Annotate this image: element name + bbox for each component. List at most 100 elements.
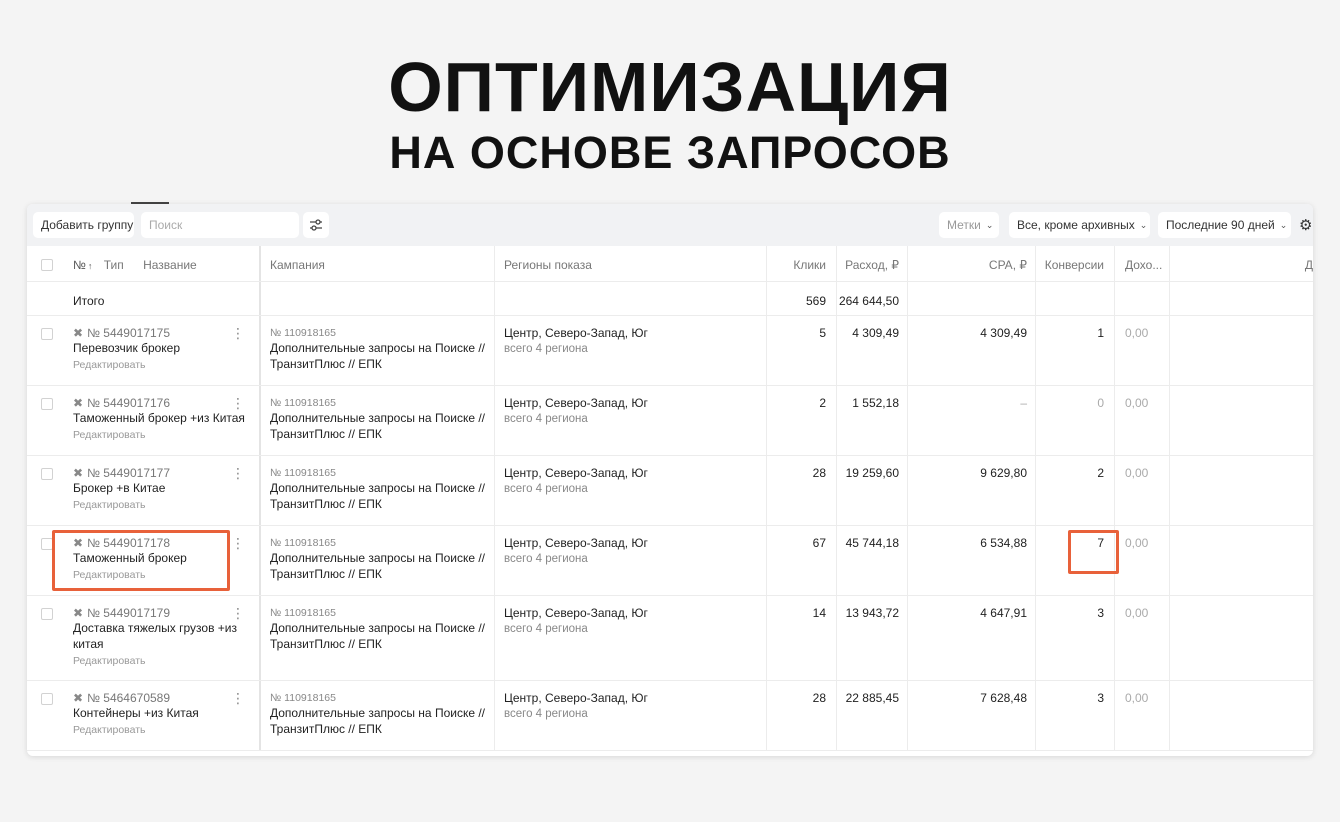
group-id: № 5449017177	[87, 466, 171, 480]
row-checkbox[interactable]	[41, 608, 53, 620]
more-actions-icon[interactable]: ⋮	[231, 326, 245, 340]
regions-list: Центр, Северо-Запад, Юг	[504, 466, 648, 480]
group-cell: ✖ № 5449017176 Таможенный брокер +из Китая…	[63, 386, 261, 455]
edit-link[interactable]: Редактировать	[73, 721, 259, 739]
col-conversions[interactable]: Конверсии	[1036, 246, 1115, 281]
group-name[interactable]: Контейнеры +из Китая	[73, 705, 259, 721]
row-checkbox[interactable]	[41, 693, 53, 705]
col-type[interactable]: Тип	[104, 258, 124, 272]
toolbar: Добавить группу Поиск Метки ⌄ Все, кроме…	[27, 204, 1313, 246]
campaign-id: № 110918165	[270, 327, 336, 339]
campaign-cell: № 110918165 Дополнительные запросы на Пои…	[261, 386, 495, 455]
spend-value: 22 885,45	[837, 681, 908, 750]
clicks-value: 2	[767, 386, 837, 455]
cpa-value: 4 647,91	[908, 596, 1036, 680]
regions-list: Центр, Северо-Запад, Юг	[504, 536, 648, 550]
status-filter-label: Все, кроме архивных	[1017, 218, 1135, 232]
regions-count[interactable]: всего 4 региона	[504, 410, 766, 428]
status-filter-dropdown[interactable]: Все, кроме архивных ⌄	[1009, 212, 1150, 238]
total-label: Итого	[63, 282, 261, 315]
cpa-value: –	[908, 386, 1036, 455]
table-row[interactable]: ✖ № 5449017175 Перевозчик брокер Редактиров…	[27, 316, 1313, 386]
edit-link[interactable]: Редактировать	[73, 496, 259, 514]
page-title: ОПТИМИЗАЦИЯ	[388, 48, 952, 126]
group-cell: ✖ № 5449017179 Доставка тяжелых грузов +из…	[63, 596, 261, 680]
regions-count[interactable]: всего 4 региона	[504, 620, 766, 638]
table-row[interactable]: ✖ № 5449017177 Брокер +в Китае Редактироват…	[27, 456, 1313, 526]
col-clicks[interactable]: Клики	[767, 246, 837, 281]
group-name[interactable]: Таможенный брокер +из Китая	[73, 410, 259, 426]
col-cpa[interactable]: CPA, ₽	[908, 246, 1036, 281]
clicks-value: 67	[767, 526, 837, 595]
table-row[interactable]: ✖ № 5449017176 Таможенный брокер +из Китая…	[27, 386, 1313, 456]
table-row[interactable]: ✖ № 5464670589 Контейнеры +из Китая Редакти…	[27, 681, 1313, 751]
conversions-value: 2	[1036, 456, 1115, 525]
campaign-name[interactable]: Дополнительные запросы на Поиске // Тран…	[270, 550, 494, 582]
income-value: 0,00	[1115, 681, 1170, 750]
group-id: № 5464670589	[87, 691, 171, 705]
highlight-box-conversions	[1068, 530, 1119, 574]
regions-list: Центр, Северо-Запад, Юг	[504, 606, 648, 620]
campaign-name[interactable]: Дополнительные запросы на Поиске // Тран…	[270, 340, 494, 372]
row-checkbox[interactable]	[41, 328, 53, 340]
tags-label: Метки	[947, 218, 981, 232]
campaign-name[interactable]: Дополнительные запросы на Поиске // Тран…	[270, 480, 494, 512]
regions-count[interactable]: всего 4 региона	[504, 705, 766, 723]
row-checkbox[interactable]	[41, 468, 53, 480]
settings-button[interactable]: ⚙	[1297, 212, 1313, 238]
regions-count[interactable]: всего 4 региона	[504, 340, 766, 358]
regions-cell: Центр, Северо-Запад, Юг всего 4 региона	[495, 386, 767, 455]
col-title[interactable]: Название	[143, 258, 197, 272]
row-checkbox[interactable]	[41, 398, 53, 410]
more-actions-icon[interactable]: ⋮	[231, 396, 245, 410]
col-spend[interactable]: Расход, ₽	[837, 246, 908, 281]
col-income[interactable]: Дохо...	[1115, 246, 1170, 281]
campaign-id: № 110918165	[270, 537, 336, 549]
more-actions-icon[interactable]: ⋮	[231, 466, 245, 480]
highlight-box-group	[52, 530, 230, 591]
campaign-cell: № 110918165 Дополнительные запросы на Пои…	[261, 526, 495, 595]
edit-link[interactable]: Редактировать	[73, 652, 259, 670]
col-extra[interactable]: Д	[1170, 246, 1313, 281]
edit-link[interactable]: Редактировать	[73, 356, 259, 374]
period-dropdown[interactable]: Последние 90 дней ⌄	[1158, 212, 1291, 238]
group-name[interactable]: Доставка тяжелых грузов +из китая	[73, 620, 259, 652]
clicks-value: 14	[767, 596, 837, 680]
ad-type-icon: ✖	[73, 466, 84, 480]
more-actions-icon[interactable]: ⋮	[231, 691, 245, 705]
campaign-cell: № 110918165 Дополнительные запросы на Пои…	[261, 681, 495, 750]
group-name[interactable]: Перевозчик брокер	[73, 340, 259, 356]
regions-list: Центр, Северо-Запад, Юг	[504, 396, 648, 410]
campaign-name[interactable]: Дополнительные запросы на Поиске // Тран…	[270, 410, 494, 442]
conversions-value: 3	[1036, 596, 1115, 680]
spend-value: 4 309,49	[837, 316, 908, 385]
more-actions-icon[interactable]: ⋮	[231, 606, 245, 620]
clicks-value: 28	[767, 681, 837, 750]
cpa-value: 9 629,80	[908, 456, 1036, 525]
regions-cell: Центр, Северо-Запад, Юг всего 4 региона	[495, 526, 767, 595]
search-input[interactable]: Поиск	[141, 212, 299, 238]
tags-dropdown[interactable]: Метки ⌄	[939, 212, 999, 238]
table-row[interactable]: ✖ № 5449017179 Доставка тяжелых грузов +из…	[27, 596, 1313, 681]
campaign-id: № 110918165	[270, 692, 336, 704]
col-regions[interactable]: Регионы показа	[495, 246, 767, 281]
select-all-checkbox[interactable]	[41, 259, 53, 271]
campaign-name[interactable]: Дополнительные запросы на Поиске // Тран…	[270, 705, 494, 737]
income-value: 0,00	[1115, 316, 1170, 385]
campaign-cell: № 110918165 Дополнительные запросы на Пои…	[261, 316, 495, 385]
chevron-down-icon: ⌄	[1279, 219, 1288, 230]
col-number[interactable]: №	[73, 258, 86, 272]
regions-count[interactable]: всего 4 региона	[504, 480, 766, 498]
campaign-name[interactable]: Дополнительные запросы на Поиске // Тран…	[270, 620, 494, 652]
regions-count[interactable]: всего 4 региона	[504, 550, 766, 568]
group-id: № 5449017176	[87, 396, 171, 410]
filter-settings-button[interactable]	[303, 212, 329, 238]
add-group-button[interactable]: Добавить группу	[33, 212, 134, 238]
regions-cell: Центр, Северо-Запад, Юг всего 4 региона	[495, 596, 767, 680]
col-campaign[interactable]: Кампания	[261, 246, 495, 281]
group-cell: ✖ № 5464670589 Контейнеры +из Китая Редакти…	[63, 681, 261, 750]
sliders-icon	[310, 219, 322, 231]
more-actions-icon[interactable]: ⋮	[231, 536, 245, 550]
group-name[interactable]: Брокер +в Китае	[73, 480, 259, 496]
edit-link[interactable]: Редактировать	[73, 426, 259, 444]
